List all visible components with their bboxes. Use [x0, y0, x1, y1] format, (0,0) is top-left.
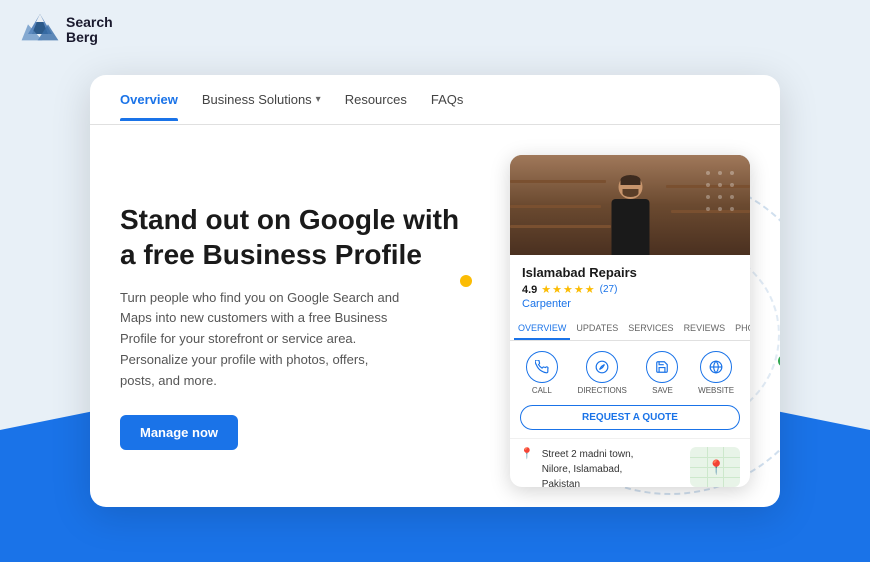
location-pin-icon: 📍	[520, 447, 534, 460]
card-tabs: OVERVIEW UPDATES SERVICES REVIEWS PHO	[510, 318, 750, 341]
map-grid-line	[690, 477, 740, 478]
nav-item-faqs[interactable]: FAQs	[431, 78, 464, 121]
call-icon	[526, 351, 558, 383]
action-call[interactable]: CALL	[526, 351, 558, 395]
directions-icon	[586, 351, 618, 383]
logo-text: Search Berg	[66, 15, 113, 46]
main-headline: Stand out on Google with a free Business…	[120, 202, 470, 272]
main-card: Overview Business Solutions ▾ Resources …	[90, 75, 780, 507]
manage-now-button[interactable]: Manage now	[120, 415, 238, 450]
nav-item-overview[interactable]: Overview	[120, 78, 178, 121]
address-section: 📍 Street 2 madni town, Nilore, Islamabad…	[510, 438, 750, 487]
business-type: Carpenter	[522, 298, 738, 310]
card-tab-overview[interactable]: OVERVIEW	[514, 318, 570, 340]
nav-item-business-solutions[interactable]: Business Solutions ▾	[202, 78, 321, 121]
call-label: CALL	[532, 386, 552, 395]
rating-row: 4.9 ★★★★★ (27)	[522, 283, 738, 296]
dot-yellow-decoration	[460, 275, 472, 287]
website-icon	[700, 351, 732, 383]
person-body	[611, 199, 649, 255]
action-website[interactable]: WEBSITE	[698, 351, 734, 395]
website-label: WEBSITE	[698, 386, 734, 395]
logo-bar: Search Berg	[0, 0, 870, 60]
business-name: Islamabad Repairs	[522, 265, 738, 280]
content-area: Stand out on Google with a free Business…	[90, 125, 780, 507]
right-content: Islamabad Repairs 4.9 ★★★★★ (27) Carpent…	[490, 155, 750, 487]
save-label: SAVE	[652, 386, 673, 395]
business-card-info: Islamabad Repairs 4.9 ★★★★★ (27) Carpent…	[510, 255, 750, 310]
dot-pattern	[700, 165, 740, 230]
action-save[interactable]: SAVE	[646, 351, 678, 395]
address-text: Street 2 madni town, Nilore, Islamabad, …	[542, 447, 682, 487]
map-grid-line	[690, 457, 740, 458]
person-head	[618, 175, 642, 199]
request-quote-button[interactable]: REQUEST A QUOTE	[520, 405, 740, 430]
nav-item-resources[interactable]: Resources	[345, 78, 407, 121]
card-tab-updates[interactable]: UPDATES	[572, 318, 622, 340]
directions-label: DIRECTIONS	[577, 386, 626, 395]
action-icons: CALL DIRECTIONS	[510, 341, 750, 401]
card-tab-photos[interactable]: PHO	[731, 318, 750, 340]
action-directions[interactable]: DIRECTIONS	[577, 351, 626, 395]
business-profile-card: Islamabad Repairs 4.9 ★★★★★ (27) Carpent…	[510, 155, 750, 487]
card-tab-services[interactable]: SERVICES	[624, 318, 677, 340]
save-icon	[646, 351, 678, 383]
chevron-down-icon: ▾	[316, 94, 321, 105]
review-count: (27)	[600, 284, 618, 295]
logo-icon	[20, 10, 60, 50]
person-figure	[608, 175, 653, 255]
nav-bar: Overview Business Solutions ▾ Resources …	[90, 75, 780, 125]
card-tab-reviews[interactable]: REVIEWS	[680, 318, 730, 340]
map-pin-icon: 📍	[708, 459, 725, 476]
left-content: Stand out on Google with a free Business…	[120, 155, 470, 487]
person-hair	[620, 175, 640, 185]
map-thumbnail: 📍	[690, 447, 740, 487]
rating-number: 4.9	[522, 284, 537, 296]
star-icons: ★★★★★	[541, 283, 595, 296]
person-beard	[622, 189, 638, 197]
logo: Search Berg	[20, 10, 113, 50]
hero-subtext: Turn people who find you on Google Searc…	[120, 288, 400, 392]
business-card-image	[510, 155, 750, 255]
